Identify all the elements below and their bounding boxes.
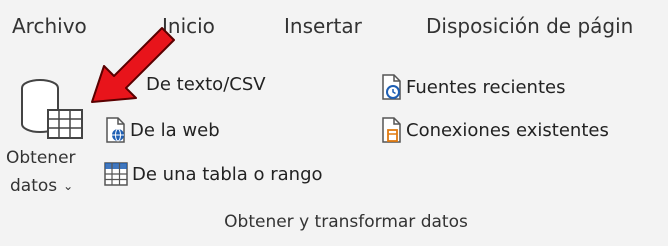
from-text-csv-label: De texto/CSV [146, 74, 266, 95]
existing-connections-button[interactable]: Conexiones existentes [380, 117, 609, 143]
from-table-button[interactable]: De una tabla o rango [104, 162, 323, 186]
recent-sources-icon [382, 74, 401, 100]
chevron-down-icon: ⌄ [63, 179, 74, 193]
from-web-button[interactable]: De la web [104, 117, 220, 143]
existing-connections-label: Conexiones existentes [406, 119, 609, 141]
from-web-label: De la web [130, 119, 220, 141]
web-page-icon [106, 117, 125, 143]
ribbon: Archivo Inicio Insertar Disposición de p… [0, 0, 668, 246]
from-table-label: De una tabla o rango [132, 163, 323, 185]
tab-insertar[interactable]: Insertar [284, 14, 362, 38]
get-data-label-line2: datos ⌄ [10, 176, 74, 196]
table-range-icon [104, 162, 128, 186]
recent-sources-label: Fuentes recientes [406, 76, 566, 98]
red-arrow-icon [91, 27, 175, 103]
from-text-csv-button[interactable]: De texto/CSV [128, 74, 266, 95]
group-label: Obtener y transformar datos [224, 212, 468, 232]
recent-sources-button[interactable]: Fuentes recientes [380, 74, 565, 100]
get-data-label-line1: Obtener [6, 148, 76, 168]
existing-connections-icon [382, 117, 401, 143]
tab-disposicion[interactable]: Disposición de págin [426, 14, 633, 38]
